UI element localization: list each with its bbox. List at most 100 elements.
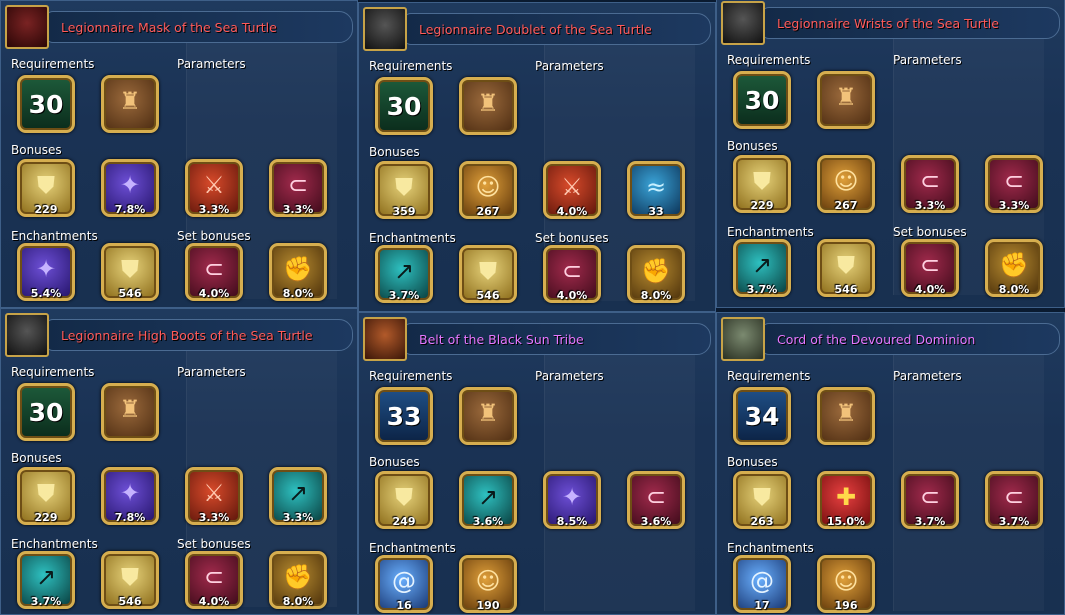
parameters-label: Parameters bbox=[893, 369, 962, 383]
enchantment-stat-tile[interactable]: @17 bbox=[733, 555, 791, 613]
bonus-stat-tile[interactable]: ⚔ 3.3% bbox=[185, 467, 243, 525]
enchantment-stat-tile[interactable]: ⛊ 546 bbox=[817, 239, 875, 297]
set-bonus-stat-tile[interactable]: ✊ 8.0% bbox=[269, 243, 327, 301]
set-bonus-stat-tile[interactable]: ⊂ 4.0% bbox=[185, 243, 243, 301]
set-bonuses-label: Set bonuses bbox=[893, 225, 967, 239]
set-bonus-stat-tile[interactable]: ✊ 8.0% bbox=[627, 245, 685, 303]
bonuses-label: Bonuses bbox=[11, 143, 62, 157]
stat-value: 15.0% bbox=[826, 515, 866, 528]
magic-icon: ✦ bbox=[35, 255, 57, 283]
hero-icon: ☺ bbox=[833, 567, 859, 595]
set-bonus-stat-tile[interactable]: ⊂ 4.0% bbox=[901, 239, 959, 297]
stat-value: 3.7% bbox=[30, 595, 62, 608]
bonus-stat-tile[interactable]: ⚔ 3.3% bbox=[185, 159, 243, 217]
requirements-label: Requirements bbox=[369, 59, 453, 73]
level-value: 30 bbox=[386, 92, 422, 121]
enchantment-stat-tile[interactable]: ☺ 190 bbox=[459, 555, 517, 613]
enchantment-stat-tile[interactable]: ✦ 5.4% bbox=[17, 243, 75, 301]
magic-icon: ✦ bbox=[119, 171, 141, 199]
bonus-stat-tile[interactable]: ✦ 7.8% bbox=[101, 159, 159, 217]
bonus-stat-tile[interactable]: ⛊ 249 bbox=[375, 471, 433, 529]
shield-icon: ⛊ bbox=[753, 167, 771, 195]
arm-icon: ✊ bbox=[641, 257, 671, 285]
bonus-stat-tile[interactable]: ⚔ 4.0% bbox=[543, 161, 601, 219]
bonus-stat-tile[interactable]: ⛊ 229 bbox=[17, 467, 75, 525]
parameters-icon[interactable]: ♜ bbox=[459, 77, 517, 135]
enchantment-stat-tile[interactable]: @16 bbox=[375, 555, 433, 613]
enchantment-stat-tile[interactable]: ⛊ 546 bbox=[459, 245, 517, 303]
parameters-icon[interactable]: ♜ bbox=[101, 383, 159, 441]
bonus-stat-tile[interactable]: ⊂ 3.3% bbox=[901, 155, 959, 213]
parameters-icon[interactable]: ♜ bbox=[817, 387, 875, 445]
bonus-stat-tile[interactable]: ⊂ 3.7% bbox=[985, 471, 1043, 529]
bonus-stat-tile[interactable]: ⊂ 3.3% bbox=[269, 159, 327, 217]
stat-value: 546 bbox=[118, 287, 142, 300]
crit-icon: ⊂ bbox=[919, 483, 941, 511]
stat-value: 3.3% bbox=[998, 199, 1030, 212]
stat-value: 4.0% bbox=[198, 287, 230, 300]
enchantments-label: Enchantments bbox=[11, 229, 98, 243]
run-icon: ↗ bbox=[477, 483, 499, 511]
set-bonus-stat-tile[interactable]: ⊂ 4.0% bbox=[185, 551, 243, 609]
set-bonuses-label: Set bonuses bbox=[177, 537, 251, 551]
stat-value: 3.3% bbox=[914, 199, 946, 212]
stat-value: 546 bbox=[118, 595, 142, 608]
level-requirement-badge[interactable]: 34 bbox=[733, 387, 791, 445]
bonuses-label: Bonuses bbox=[727, 139, 778, 153]
bonus-stat-tile[interactable]: ✚ 15.0% bbox=[817, 471, 875, 529]
enchantment-stat-tile[interactable]: ⛊ 546 bbox=[101, 243, 159, 301]
bonus-stat-tile[interactable]: ☺ 267 bbox=[817, 155, 875, 213]
enchantment-stat-tile[interactable]: ☺ 196 bbox=[817, 555, 875, 613]
bonus-stat-tile[interactable]: ⛊ 359 bbox=[375, 161, 433, 219]
level-requirement-badge[interactable]: 30 bbox=[375, 77, 433, 135]
magic-icon: ✦ bbox=[119, 479, 141, 507]
bonus-stat-tile[interactable]: ☺ 267 bbox=[459, 161, 517, 219]
bonus-stat-tile[interactable]: ⛊ 263 bbox=[733, 471, 791, 529]
set-bonus-stat-tile[interactable]: ⊂ 4.0% bbox=[543, 245, 601, 303]
arm-icon: ✊ bbox=[283, 563, 313, 591]
parameters-icon[interactable]: ♜ bbox=[817, 71, 875, 129]
item-title: Cord of the Devoured Dominion bbox=[777, 332, 976, 347]
level-requirement-badge[interactable]: 30 bbox=[17, 75, 75, 133]
set-bonus-stat-tile[interactable]: ✊ 8.0% bbox=[985, 239, 1043, 297]
parameters-icon[interactable]: ♜ bbox=[459, 387, 517, 445]
set-bonus-stat-tile[interactable]: ✊ 8.0% bbox=[269, 551, 327, 609]
stat-value: 3.3% bbox=[198, 511, 230, 524]
level-requirement-badge[interactable]: 33 bbox=[375, 387, 433, 445]
enchantment-stat-tile[interactable]: ⛊ 546 bbox=[101, 551, 159, 609]
heart-icon: ✚ bbox=[835, 483, 857, 511]
bonus-stat-tile[interactable]: ↗ 3.3% bbox=[269, 467, 327, 525]
stat-value: 8.0% bbox=[282, 287, 314, 300]
bonus-stat-tile[interactable]: ↗ 3.6% bbox=[459, 471, 517, 529]
stat-value: 3.7% bbox=[914, 515, 946, 528]
enchantment-stat-tile[interactable]: ↗ 3.7% bbox=[17, 551, 75, 609]
param-icon: ♜ bbox=[835, 399, 857, 427]
stat-value: 4.0% bbox=[198, 595, 230, 608]
bonus-stat-tile[interactable]: ⊂ 3.7% bbox=[901, 471, 959, 529]
enchantments-label: Enchantments bbox=[369, 231, 456, 245]
bonus-stat-tile[interactable]: ⛊ 229 bbox=[17, 159, 75, 217]
enchantment-stat-tile[interactable]: ↗ 3.7% bbox=[733, 239, 791, 297]
stat-value: 3.3% bbox=[282, 203, 314, 216]
bonus-stat-tile[interactable]: ⛊ 229 bbox=[733, 155, 791, 213]
arm-icon: ✊ bbox=[999, 251, 1029, 279]
stat-value: 546 bbox=[476, 289, 500, 302]
sword-icon: ⚔ bbox=[203, 479, 225, 507]
bonus-stat-tile[interactable]: ⊂ 3.6% bbox=[627, 471, 685, 529]
bonus-stat-tile[interactable]: ⊂ 3.3% bbox=[985, 155, 1043, 213]
stat-value: 16 bbox=[396, 599, 412, 612]
bonus-stat-tile[interactable]: ≈33 bbox=[627, 161, 685, 219]
parameters-icon[interactable]: ♜ bbox=[101, 75, 159, 133]
stat-value: 3.3% bbox=[198, 203, 230, 216]
requirements-label: Requirements bbox=[727, 369, 811, 383]
run-icon: ↗ bbox=[287, 479, 309, 507]
item-thumbnail-icon bbox=[5, 313, 49, 357]
bonus-stat-tile[interactable]: ✦ 8.5% bbox=[543, 471, 601, 529]
enchantment-stat-tile[interactable]: ↗ 3.7% bbox=[375, 245, 433, 303]
level-requirement-badge[interactable]: 30 bbox=[733, 71, 791, 129]
level-requirement-badge[interactable]: 30 bbox=[17, 383, 75, 441]
run-icon: ↗ bbox=[393, 257, 415, 285]
parameters-label: Parameters bbox=[535, 59, 604, 73]
stat-value: 267 bbox=[834, 199, 858, 212]
bonus-stat-tile[interactable]: ✦ 7.8% bbox=[101, 467, 159, 525]
